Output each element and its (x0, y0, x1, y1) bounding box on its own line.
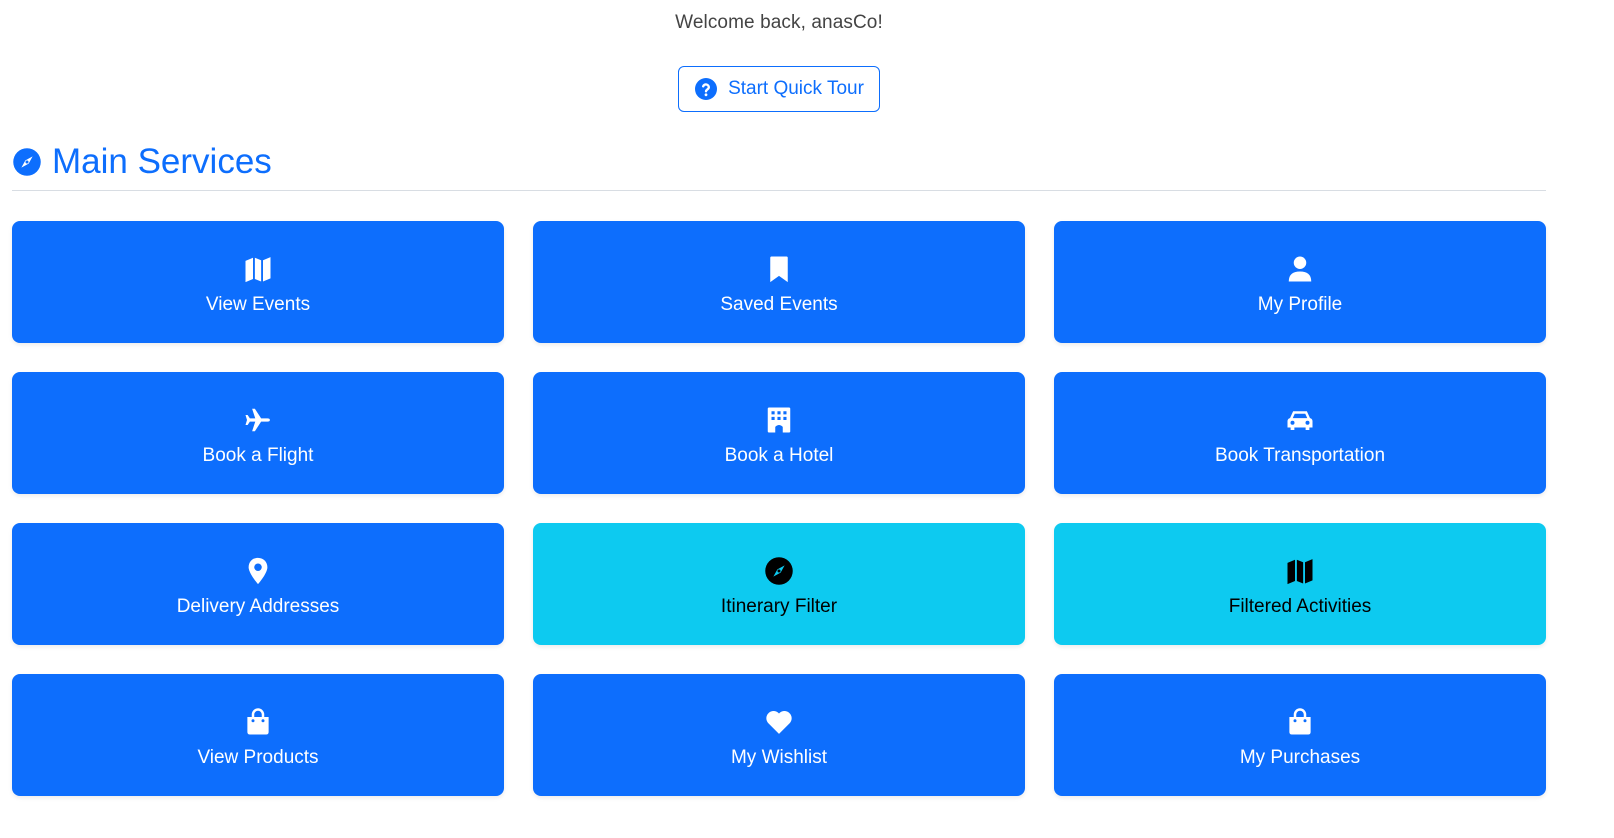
saved-events-card[interactable]: Saved Events (533, 221, 1025, 343)
shopping-bag-icon (243, 701, 273, 737)
filtered-activities-card[interactable]: Filtered Activities (1054, 523, 1546, 645)
hotel-icon (764, 399, 794, 435)
compass-icon (764, 550, 794, 586)
delivery-addresses-card[interactable]: Delivery Addresses (12, 523, 504, 645)
my-profile-label: My Profile (1257, 294, 1343, 315)
section-header: Main Services (12, 142, 272, 182)
welcome-message: Welcome back, anasCo! (675, 12, 883, 33)
my-profile-card[interactable]: My Profile (1054, 221, 1546, 343)
book-a-flight-card[interactable]: Book a Flight (12, 372, 504, 494)
services-grid: View Events Saved Events My Profile Book… (12, 221, 1546, 796)
section-title: Main Services (52, 142, 272, 181)
itinerary-filter-label: Itinerary Filter (720, 596, 838, 617)
filtered-activities-label: Filtered Activities (1228, 596, 1372, 617)
view-products-label: View Products (197, 747, 319, 768)
my-purchases-card[interactable]: My Purchases (1054, 674, 1546, 796)
compass-icon (12, 147, 42, 177)
my-wishlist-card[interactable]: My Wishlist (533, 674, 1025, 796)
book-transportation-card[interactable]: Book Transportation (1054, 372, 1546, 494)
book-transportation-label: Book Transportation (1214, 445, 1386, 466)
view-events-label: View Events (205, 294, 311, 315)
bookmark-icon (764, 248, 794, 284)
my-wishlist-label: My Wishlist (730, 747, 828, 768)
start-quick-tour-button[interactable]: Start Quick Tour (678, 66, 880, 112)
map-icon (1285, 550, 1315, 586)
map-marker-icon (243, 550, 273, 586)
delivery-addresses-label: Delivery Addresses (176, 596, 340, 617)
user-icon (1285, 248, 1315, 284)
shopping-bag-icon (1285, 701, 1315, 737)
book-a-flight-label: Book a Flight (202, 445, 314, 466)
car-icon (1285, 399, 1315, 435)
view-products-card[interactable]: View Products (12, 674, 504, 796)
scrollbar[interactable] (1568, 0, 1614, 838)
view-events-card[interactable]: View Events (12, 221, 504, 343)
plane-icon (243, 399, 273, 435)
my-purchases-label: My Purchases (1239, 747, 1361, 768)
itinerary-filter-card[interactable]: Itinerary Filter (533, 523, 1025, 645)
saved-events-label: Saved Events (720, 294, 838, 315)
question-circle-icon (694, 77, 718, 101)
heart-icon (764, 701, 794, 737)
section-divider (12, 190, 1546, 191)
book-a-hotel-card[interactable]: Book a Hotel (533, 372, 1025, 494)
book-a-hotel-label: Book a Hotel (724, 445, 834, 466)
dashboard-page: Welcome back, anasCo! Start Quick Tour M… (0, 0, 1614, 838)
start-quick-tour-label: Start Quick Tour (728, 78, 864, 99)
map-icon (243, 248, 273, 284)
